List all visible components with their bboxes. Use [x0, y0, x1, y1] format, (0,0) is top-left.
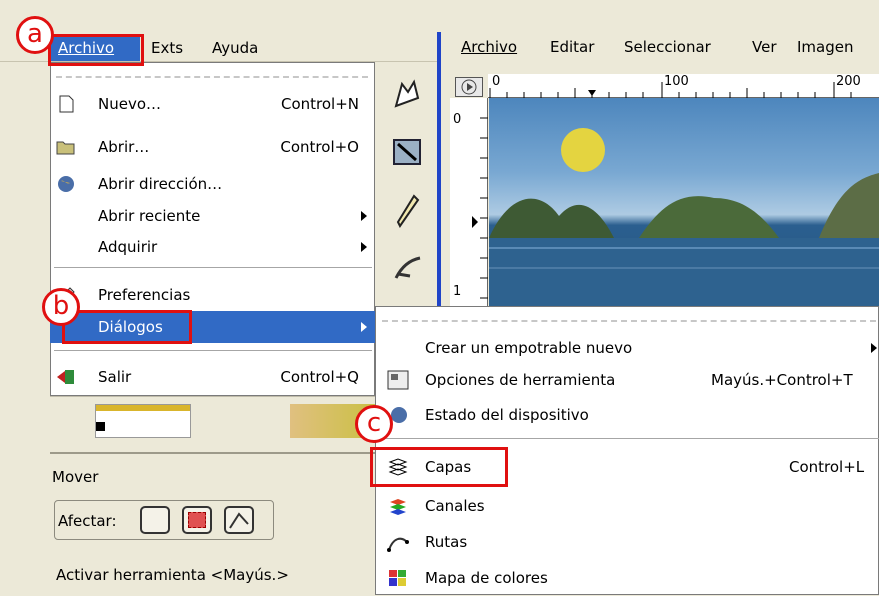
- submenu-item-opciones-herramienta-accel: Mayús.+Control+T: [711, 371, 853, 389]
- submenu-arrow-icon: [361, 322, 367, 332]
- menu-item-abrir-direccion[interactable]: Abrir dirección…: [50, 168, 375, 200]
- menu-item-salir-label: Salir: [98, 368, 132, 386]
- affect-selection-button[interactable]: [182, 506, 212, 534]
- quick-mask-button[interactable]: [455, 77, 483, 97]
- submenu-arrow-icon: [361, 211, 367, 221]
- highlight-box-capas: [370, 447, 508, 487]
- horizontal-ruler[interactable]: 0 100 200: [488, 74, 879, 98]
- submenu-arrow-icon: [871, 343, 877, 353]
- ruler-ticks: [489, 82, 852, 98]
- submenu-item-canales-label: Canales: [425, 497, 485, 515]
- image-canvas[interactable]: [489, 98, 879, 310]
- callout-c: c: [355, 405, 393, 443]
- menu-ayuda-label: Ayuda: [212, 39, 259, 57]
- menu-item-abrir-direccion-label: Abrir dirección…: [98, 175, 223, 193]
- image-menu-editar[interactable]: Editar: [550, 38, 594, 56]
- highlight-box-archivo: [48, 34, 144, 66]
- scale-tool-icon[interactable]: [388, 132, 428, 172]
- menu-item-adquirir[interactable]: Adquirir: [50, 231, 375, 263]
- submenu-arrow-icon: [361, 242, 367, 252]
- menu-item-abrir-reciente-label: Abrir reciente: [98, 207, 201, 225]
- pencil-tool-icon[interactable]: [388, 192, 428, 232]
- menu-item-abrir[interactable]: Abrir… Control+O: [50, 131, 375, 163]
- submenu-separator: [380, 438, 879, 439]
- channels-icon: [390, 499, 406, 515]
- colormap-icon: [389, 570, 406, 586]
- default-colors-icon[interactable]: [96, 422, 105, 431]
- archivo-tearoff[interactable]: [56, 76, 368, 78]
- image-menu-ver-label: Ver: [752, 38, 777, 56]
- fuzzy-select-tool-icon[interactable]: [388, 76, 428, 116]
- tool-icons-column: [378, 62, 440, 312]
- open-folder-icon: [56, 141, 75, 155]
- submenu-item-estado-dispositivo-label: Estado del dispositivo: [425, 406, 589, 424]
- menu-item-abrir-label: Abrir…: [98, 138, 150, 156]
- foreground-color-swatch[interactable]: [95, 404, 191, 438]
- affect-layer-button[interactable]: [140, 506, 170, 534]
- submenu-item-canales[interactable]: Canales: [375, 488, 879, 524]
- image-menu-imagen[interactable]: Imagen: [797, 38, 853, 56]
- menu-item-salir-accel: Control+Q: [280, 368, 359, 386]
- menu-item-adquirir-label: Adquirir: [98, 238, 158, 256]
- menu-item-nuevo-label: Nuevo…: [98, 95, 162, 113]
- submenu-item-crear-empotrable[interactable]: Crear un empotrable nuevo: [375, 330, 879, 366]
- submenu-item-opciones-herramienta-label: Opciones de herramienta: [425, 371, 616, 389]
- image-menu-seleccionar[interactable]: Seleccionar: [624, 38, 711, 56]
- menu-item-preferencias-label: Preferencias: [98, 286, 191, 304]
- submenu-item-opciones-herramienta[interactable]: Opciones de herramienta Mayús.+Control+T: [375, 362, 879, 398]
- menu-item-abrir-accel: Control+O: [280, 138, 359, 156]
- submenu-item-rutas[interactable]: Rutas: [375, 524, 879, 560]
- callout-b: b: [42, 288, 80, 326]
- menu-item-nuevo[interactable]: Nuevo… Control+N: [50, 88, 375, 120]
- yellow-circle: [561, 128, 605, 172]
- submenu-item-estado-dispositivo[interactable]: Estado del dispositivo: [375, 397, 879, 433]
- highlight-box-dialogos: [62, 310, 192, 344]
- menu-exts-label: Exts: [151, 39, 184, 57]
- submenu-item-mapa-colores[interactable]: Mapa de colores: [375, 560, 879, 596]
- menu-ayuda[interactable]: Ayuda: [208, 35, 262, 61]
- menu-separator: [54, 267, 372, 268]
- new-document-icon: [59, 95, 74, 113]
- image-menu-archivo-label: Archivo: [461, 38, 518, 56]
- quit-icon: [57, 370, 74, 384]
- path-icon: [229, 512, 249, 529]
- vruler-ticks: [472, 117, 488, 299]
- menu-item-salir[interactable]: Salir Control+Q: [50, 361, 375, 393]
- activar-label: Activar herramienta <Mayús.>: [56, 566, 289, 584]
- callout-a: a: [16, 16, 54, 54]
- image-menu-ver[interactable]: Ver: [752, 38, 777, 56]
- menu-exts[interactable]: Exts: [147, 35, 187, 61]
- submenu-item-mapa-colores-label: Mapa de colores: [425, 569, 548, 587]
- tool-options-title: Mover: [52, 468, 99, 486]
- coastal-landscape-image: [489, 173, 879, 310]
- paths-icon: [387, 537, 409, 552]
- tool-options-icon: [387, 370, 409, 390]
- submenu-item-rutas-label: Rutas: [425, 533, 468, 551]
- submenu-item-capas-accel: Control+L: [789, 458, 865, 476]
- ink-tool-icon[interactable]: [388, 248, 428, 288]
- menu-item-preferencias[interactable]: Preferencias: [50, 279, 375, 311]
- play-icon: [461, 79, 477, 95]
- afectar-label: Afectar:: [58, 512, 117, 530]
- vertical-ruler[interactable]: 0 1: [450, 98, 488, 308]
- image-menu-imagen-label: Imagen: [797, 38, 854, 56]
- image-menu-archivo[interactable]: Archivo: [461, 38, 517, 56]
- menu-item-nuevo-accel: Control+N: [280, 95, 359, 113]
- affect-path-button[interactable]: [224, 506, 254, 534]
- globe-icon: [58, 176, 74, 192]
- dialogos-tearoff[interactable]: [382, 320, 876, 322]
- image-menu-seleccionar-label: Seleccionar: [624, 38, 711, 56]
- submenu-item-crear-empotrable-label: Crear un empotrable nuevo: [425, 339, 633, 357]
- menu-separator: [54, 350, 372, 351]
- image-menu-editar-label: Editar: [550, 38, 595, 56]
- menu-item-abrir-reciente[interactable]: Abrir reciente: [50, 200, 375, 232]
